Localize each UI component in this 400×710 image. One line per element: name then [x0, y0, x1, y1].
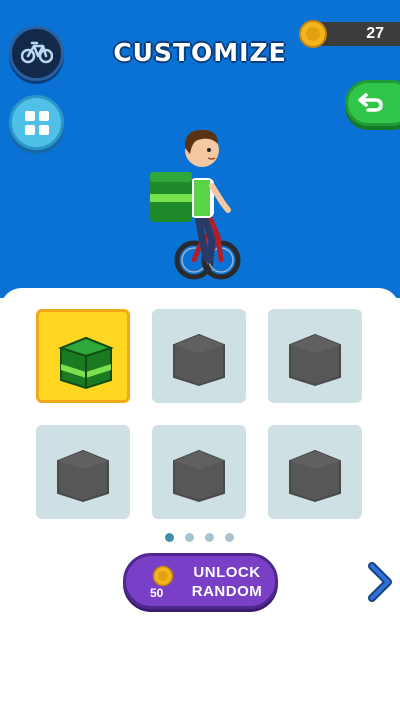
coin-icon [299, 20, 327, 48]
page-dot-3[interactable] [205, 533, 214, 542]
item-tile-6[interactable] [268, 425, 362, 519]
locked-backpack-icon [173, 333, 225, 387]
unlock-cost: 50 [150, 586, 164, 600]
coin-count: 27 [366, 25, 384, 42]
item-tile-5[interactable] [152, 425, 246, 519]
coin-counter: 27 [299, 20, 400, 48]
page-dot-1[interactable] [165, 533, 174, 542]
green-backpack-icon [58, 336, 114, 390]
back-button[interactable] [345, 80, 400, 126]
next-page-arrow-icon[interactable] [364, 560, 394, 604]
locked-backpack-icon [173, 449, 225, 503]
locked-backpack-icon [289, 333, 341, 387]
coin-icon [152, 565, 174, 587]
page-dot-4[interactable] [225, 533, 234, 542]
item-tile-1[interactable] [36, 309, 130, 403]
page-dot-2[interactable] [185, 533, 194, 542]
item-tile-2[interactable] [152, 309, 246, 403]
menu-grid-button[interactable] [9, 95, 64, 150]
locked-backpack-icon [57, 449, 109, 503]
bike-button[interactable] [9, 26, 64, 81]
return-arrow-icon [358, 93, 383, 112]
unlock-label-line2: RANDOM [191, 583, 263, 600]
item-tile-4[interactable] [36, 425, 130, 519]
item-tile-3[interactable] [268, 309, 362, 403]
page-indicator [0, 533, 400, 545]
unlock-random-button[interactable]: 50 UNLOCK RANDOM [123, 553, 278, 609]
bike-icon [21, 41, 53, 64]
page-title: CUSTOMIZE [113, 38, 287, 67]
locked-backpack-icon [289, 449, 341, 503]
rider-character [150, 129, 241, 280]
unlock-label-line1: UNLOCK [193, 564, 261, 581]
grid-icon [25, 111, 49, 135]
